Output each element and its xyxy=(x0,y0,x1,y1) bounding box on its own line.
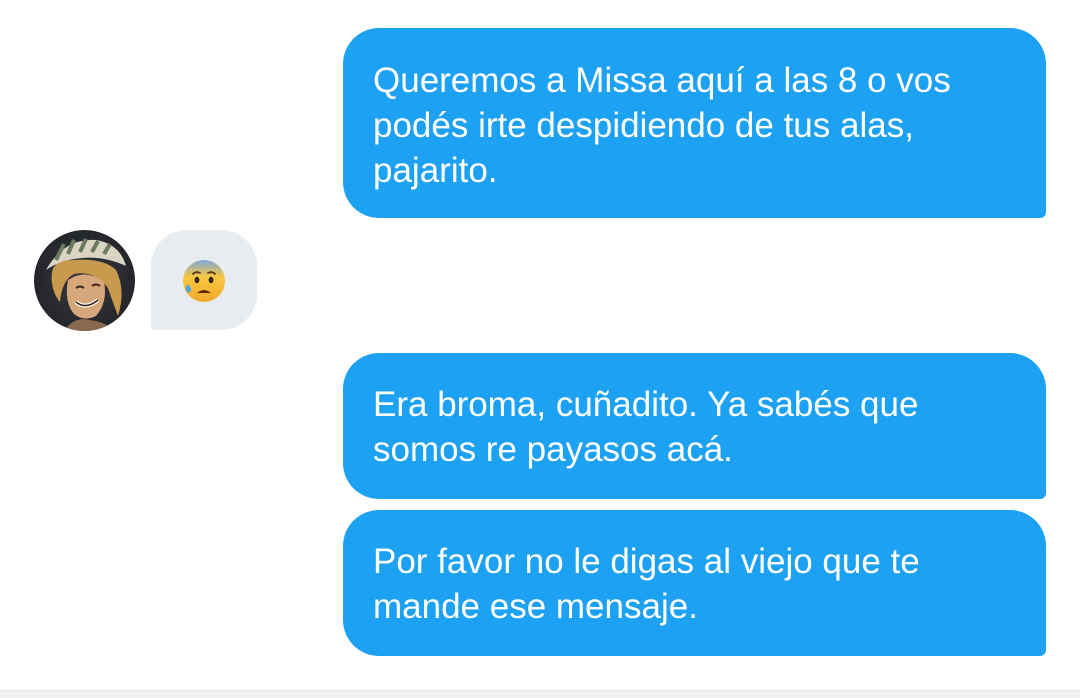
outgoing-message-bubble[interactable]: Queremos a Missa aquí a las 8 o vos podé… xyxy=(343,28,1046,218)
conversation-thread: Queremos a Missa aquí a las 8 o vos podé… xyxy=(0,0,1080,690)
message-text-line: podés irte despidiendo de tus alas, xyxy=(373,106,914,145)
outgoing-message-bubble[interactable]: Por favor no le digas al viejo que te ma… xyxy=(343,510,1046,656)
avatar-portrait-icon xyxy=(34,230,135,331)
message-text-line: Por favor no le digas al viejo que te xyxy=(373,542,920,581)
message-text-line: Queremos a Missa aquí a las 8 o vos xyxy=(373,61,951,100)
message-text-line: pajarito. xyxy=(373,151,498,190)
incoming-message-bubble[interactable] xyxy=(151,230,257,330)
message-text-line: Era broma, cuñadito. Ya sabés que xyxy=(373,385,919,424)
outgoing-message-bubble[interactable]: Era broma, cuñadito. Ya sabés que somos … xyxy=(343,353,1046,499)
message-text-line: mande ese mensaje. xyxy=(373,587,698,626)
anxious-face-with-sweat-icon xyxy=(183,260,225,302)
message-text-line: somos re payasos acá. xyxy=(373,430,733,469)
user-avatar[interactable] xyxy=(34,230,135,331)
